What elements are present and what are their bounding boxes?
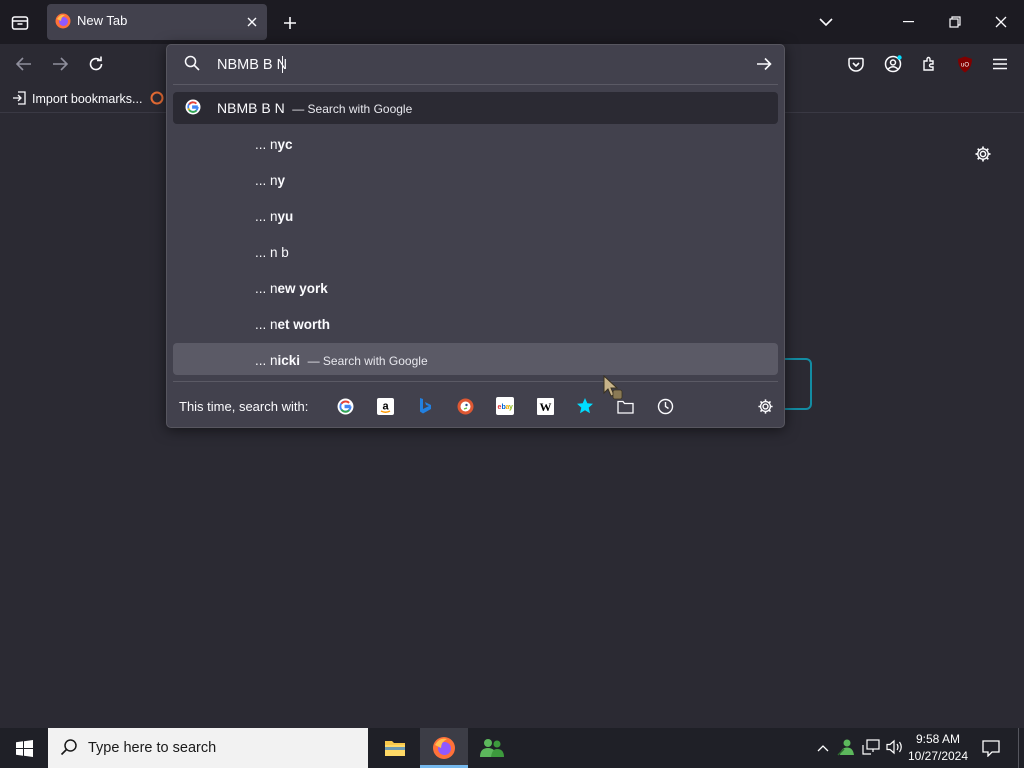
suggestion-item[interactable]: ... nicki — Search with Google <box>255 353 428 368</box>
amazon-icon[interactable]: a <box>375 396 395 416</box>
windows-logo-icon <box>15 739 33 757</box>
network-button[interactable] <box>860 737 882 757</box>
list-all-tabs-button[interactable] <box>814 12 838 32</box>
wikipedia-icon[interactable]: W <box>535 396 555 416</box>
action-center-button[interactable] <box>978 736 1004 760</box>
gear-icon <box>975 146 991 162</box>
show-hidden-icons-button[interactable] <box>814 738 832 758</box>
chevron-up-icon <box>817 745 829 752</box>
search-icon <box>184 55 202 73</box>
people-icon <box>480 739 504 757</box>
bookmarks-star-icon[interactable] <box>575 396 595 416</box>
clock-date: 10/27/2024 <box>907 749 969 763</box>
app-menu-button[interactable] <box>988 54 1012 74</box>
suggestion-item[interactable]: ... ny <box>255 173 285 188</box>
account-icon <box>884 55 902 73</box>
minimize-button[interactable] <box>896 12 922 32</box>
start-button[interactable] <box>0 728 48 768</box>
text-caret <box>282 56 283 73</box>
back-button[interactable] <box>12 54 36 74</box>
search-settings-button[interactable] <box>755 396 775 416</box>
user-tray-icon <box>837 739 854 756</box>
import-bookmarks-link[interactable]: Import bookmarks... <box>32 92 142 106</box>
close-icon <box>247 17 257 27</box>
mouse-cursor-icon <box>603 374 625 401</box>
suggestion-item[interactable]: ... nyu <box>255 209 293 224</box>
pocket-button[interactable] <box>844 54 868 74</box>
svg-text:uO: uO <box>961 62 969 68</box>
user-tray-button[interactable] <box>836 737 856 757</box>
network-icon <box>862 739 880 755</box>
tab-label: New Tab <box>77 13 128 28</box>
extensions-button[interactable] <box>917 54 941 74</box>
go-arrow-icon <box>757 57 772 71</box>
ublock-origin-button[interactable]: uO <box>953 54 977 74</box>
firefox-logo-icon <box>432 736 456 760</box>
restore-button[interactable] <box>942 12 968 32</box>
minimize-icon <box>903 21 914 23</box>
taskbar-search-placeholder: Type here to search <box>88 740 217 756</box>
history-icon[interactable] <box>655 396 675 416</box>
clock-time: 9:58 AM <box>915 732 961 746</box>
bookmark-favicon-icon[interactable] <box>150 91 164 105</box>
gear-icon <box>757 398 773 414</box>
suggestion-item[interactable]: ... nyc <box>255 137 293 152</box>
forward-button[interactable] <box>48 54 72 74</box>
ublock-shield-icon: uO <box>958 56 972 72</box>
chevron-down-icon <box>819 17 833 26</box>
ebay-icon[interactable]: ebay <box>495 396 515 416</box>
duckduckgo-icon[interactable] <box>455 396 475 416</box>
reload-button[interactable] <box>84 54 108 74</box>
account-button[interactable] <box>880 53 906 75</box>
puzzle-icon <box>923 56 934 71</box>
forward-arrow-icon <box>53 57 68 71</box>
divider <box>173 84 778 85</box>
suggestion-item[interactable]: ... n b <box>255 245 289 260</box>
url-input[interactable] <box>217 55 737 75</box>
one-off-search-label: This time, search with: <box>179 399 309 414</box>
pocket-icon <box>848 57 864 72</box>
close-window-button[interactable] <box>988 12 1014 32</box>
hamburger-menu-icon <box>993 58 1007 70</box>
close-icon <box>995 16 1007 28</box>
clock[interactable]: 9:58 AM 10/27/2024 <box>900 731 976 765</box>
personalize-new-tab-button[interactable] <box>972 143 994 165</box>
reload-icon <box>89 56 103 71</box>
notification-icon <box>982 739 1000 757</box>
google-icon <box>185 99 202 116</box>
back-arrow-icon <box>16 57 31 71</box>
restore-icon <box>949 16 961 28</box>
firefox-view-button[interactable] <box>8 12 32 34</box>
plus-icon <box>284 17 296 29</box>
tab-close-button[interactable] <box>243 13 261 31</box>
people-app-button[interactable] <box>470 728 514 768</box>
folder-icon <box>385 741 405 756</box>
show-desktop-button[interactable] <box>1018 728 1024 768</box>
search-icon <box>60 738 80 758</box>
suggestion-text: NBMB B N — Search with Google <box>217 100 413 116</box>
firefox-view-icon <box>11 16 29 30</box>
svg-text:y: y <box>509 404 513 411</box>
suggestion-item[interactable]: ... net worth <box>255 317 330 332</box>
google-icon[interactable] <box>335 396 355 416</box>
file-explorer-button[interactable] <box>372 728 418 768</box>
bing-icon[interactable] <box>415 396 435 416</box>
firefox-logo-icon <box>55 13 71 29</box>
go-button[interactable] <box>752 54 776 74</box>
import-icon <box>12 91 28 107</box>
suggestion-item[interactable]: ... new york <box>255 281 328 296</box>
svg-text:W: W <box>539 400 551 414</box>
new-tab-button[interactable] <box>279 12 301 34</box>
svg-text:a: a <box>382 400 389 412</box>
divider <box>173 381 778 382</box>
